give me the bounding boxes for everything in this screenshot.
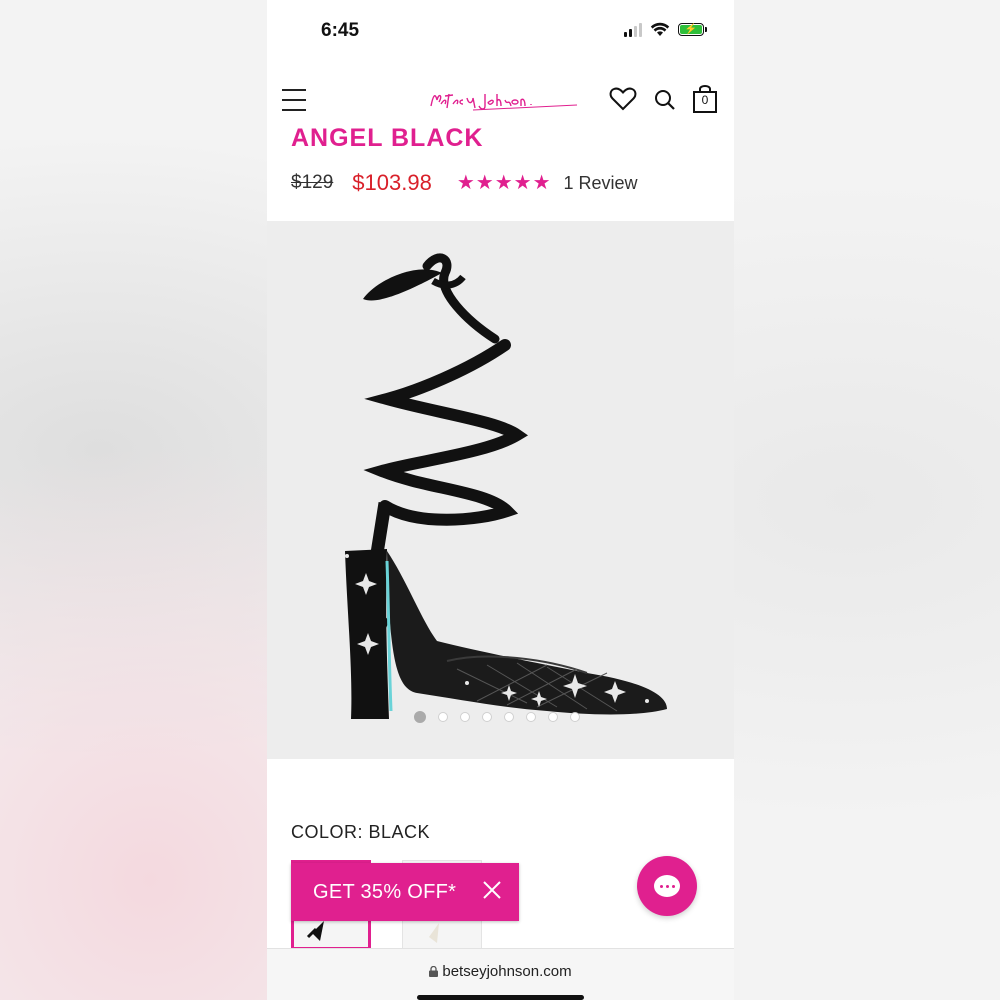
gallery-dot[interactable] — [482, 712, 492, 722]
brand-logo[interactable] — [427, 86, 597, 121]
hamburger-menu-icon[interactable] — [282, 89, 306, 111]
home-indicator[interactable] — [417, 995, 584, 1000]
shopping-bag-icon[interactable]: 0 — [692, 84, 718, 114]
gallery-dot[interactable] — [460, 712, 470, 722]
sale-price: $103.98 — [352, 170, 432, 195]
search-icon[interactable] — [654, 89, 676, 111]
gallery-dot[interactable] — [526, 712, 536, 722]
original-price: $129 — [291, 172, 334, 193]
bag-count: 0 — [701, 93, 709, 107]
browser-address-bar[interactable]: betseyjohnson.com — [267, 948, 734, 1000]
review-count-link[interactable]: 1 Review — [564, 173, 638, 194]
gallery-dot[interactable] — [570, 712, 580, 722]
star-rating[interactable]: ★ ★ ★ ★ ★ — [457, 173, 551, 193]
wifi-icon — [650, 22, 670, 36]
gallery-dot[interactable] — [548, 712, 558, 722]
star-icon: ★ — [513, 172, 532, 194]
star-icon: ★ — [532, 172, 551, 194]
product-title: ANGEL BLACK — [291, 124, 484, 152]
chat-bubble-icon — [654, 875, 680, 897]
promo-text: GET 35% OFF* — [313, 880, 457, 903]
gallery-dot[interactable] — [504, 712, 514, 722]
cellular-signal-icon — [624, 22, 642, 37]
status-icons: ⚡ — [624, 22, 707, 37]
color-label: COLOR: BLACK — [291, 822, 431, 842]
brand-logo-script — [430, 93, 578, 111]
lock-icon — [429, 964, 439, 977]
url-display[interactable]: betseyjohnson.com — [267, 963, 734, 980]
phone-screen: 6:45 ⚡ 0 ANGEL BLACK $129 $103.98 ★ ★ ★ … — [267, 0, 734, 1000]
product-image — [345, 253, 667, 719]
status-time: 6:45 — [321, 20, 360, 41]
promo-banner[interactable]: GET 35% OFF* — [291, 863, 519, 921]
heart-icon[interactable] — [609, 86, 637, 112]
star-icon: ★ — [456, 172, 475, 194]
url-text: betseyjohnson.com — [442, 963, 572, 980]
close-icon[interactable] — [481, 879, 503, 901]
price-row: $129 $103.98 ★ ★ ★ ★ ★ 1 Review — [291, 170, 638, 196]
product-image-gallery[interactable] — [267, 221, 734, 759]
gallery-dot[interactable] — [414, 711, 426, 723]
gallery-dot[interactable] — [438, 712, 448, 722]
gallery-pagination — [414, 711, 580, 723]
battery-icon: ⚡ — [678, 23, 707, 36]
star-icon: ★ — [494, 172, 513, 194]
star-icon: ★ — [475, 172, 494, 194]
chat-button[interactable] — [637, 856, 697, 916]
site-header: 0 — [267, 72, 734, 128]
